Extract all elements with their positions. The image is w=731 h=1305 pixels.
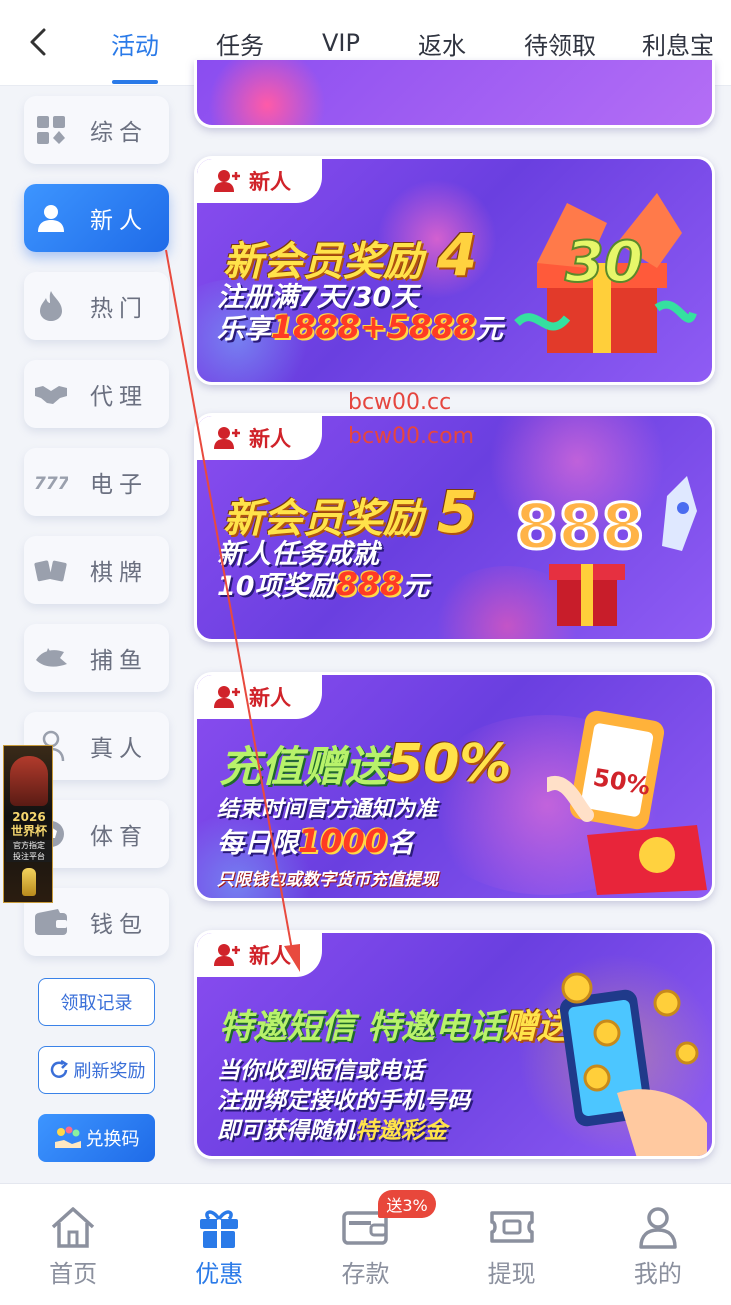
sidebar-item-label: 钱包 [90, 912, 148, 938]
nav-withdraw[interactable]: 提现 [439, 1184, 585, 1305]
wallet-icon [34, 905, 68, 939]
sidebar-item-label: 热门 [90, 296, 148, 322]
withdraw-ticket-icon [487, 1204, 537, 1250]
svg-text:30: 30 [565, 230, 643, 295]
phone-coins-art [547, 963, 712, 1156]
nav-home[interactable]: 首页 [0, 1184, 146, 1305]
home-icon [48, 1204, 98, 1250]
sidebar-item-label: 真人 [90, 736, 148, 762]
banner-line-3: 只限钱包或数字货币充值提现 [217, 870, 438, 890]
nav-label: 提现 [487, 1260, 536, 1288]
sidebar-item-label: 综合 [90, 120, 148, 146]
chevron-left-icon [30, 28, 46, 56]
nav-deposit[interactable]: 存款 送3% [292, 1184, 438, 1305]
nav-label: 存款 [341, 1260, 390, 1288]
sidebar-item-slots[interactable]: 777 电子 [24, 448, 169, 516]
player-figure [10, 756, 48, 806]
flame-icon [34, 289, 68, 323]
add-user-icon [214, 170, 240, 192]
sidebar-item-general[interactable]: 综合 [24, 96, 169, 164]
add-user-icon [214, 944, 240, 966]
sidebar-item-agent[interactable]: 代理 [24, 360, 169, 428]
svg-text:888: 888 [515, 490, 644, 563]
banner-line-1: 结束时间官方通知为准 [217, 797, 438, 822]
sidebar-item-label: 棋牌 [90, 560, 148, 586]
ad-year: 2026 世界杯 [10, 810, 47, 838]
grid-icon [34, 113, 68, 147]
sidebar-item-fishing[interactable]: 捕鱼 [24, 624, 169, 692]
refresh-rewards-label: 刷新奖励 [73, 1061, 146, 1082]
banner-new-member-4[interactable]: 新人 新会员奖励 4 注册满7天/30天 乐享1888+5888元 30 [194, 156, 715, 385]
trophy-icon [22, 868, 36, 896]
add-user-icon [214, 427, 240, 449]
ad-subtitle: 官方指定 投注平台 [6, 840, 52, 862]
world-cup-float-ad[interactable]: 2026 世界杯 官方指定 投注平台 [3, 745, 53, 903]
refresh-icon [48, 1059, 70, 1081]
sidebar-item-hot[interactable]: 热门 [24, 272, 169, 340]
gift-hand-icon [54, 1126, 82, 1150]
money-box-art: 888 [497, 456, 712, 636]
refresh-rewards-button[interactable]: 刷新奖励 [38, 1046, 155, 1094]
gift-icon [194, 1204, 244, 1250]
nav-profile[interactable]: 我的 [585, 1184, 731, 1305]
category-sidebar: 综合 新人 热门 代理 777 电子 棋牌 捕鱼 真人 体育 钱包 领取记录 刷… [0, 86, 192, 1183]
redeem-code-label: 兑换码 [85, 1129, 140, 1150]
slot-777-icon: 777 [34, 465, 68, 499]
back-button[interactable] [18, 22, 58, 62]
shark-icon [34, 641, 68, 675]
banner-title: 特邀短信 特邀电话赠送 [219, 1007, 571, 1047]
sidebar-item-label: 新人 [90, 208, 148, 234]
claim-records-label: 领取记录 [60, 993, 133, 1014]
sidebar-item-label: 体育 [90, 824, 148, 850]
newcomer-tag: 新人 [197, 675, 322, 719]
deposit-bonus-badge: 送3% [378, 1190, 436, 1218]
cards-icon [34, 553, 68, 587]
sidebar-item-newcomer[interactable]: 新人 [24, 184, 169, 252]
sidebar-item-label: 捕鱼 [90, 648, 148, 674]
nav-label: 我的 [633, 1260, 682, 1288]
banner-line-2: 注册绑定接收的手机号码 [217, 1088, 470, 1114]
sidebar-item-label: 代理 [90, 384, 148, 410]
banner-line-2: 10项奖励888元 [217, 565, 430, 603]
watermark-domain-1: bcw00.cc [348, 390, 452, 415]
sidebar-item-label: 电子 [90, 472, 148, 498]
banner-line-2: 乐享1888+5888元 [217, 308, 503, 346]
svg-text:777: 777 [34, 474, 68, 493]
profile-icon [633, 1204, 683, 1250]
nav-label: 优惠 [195, 1260, 244, 1288]
newcomer-tag: 新人 [197, 933, 322, 977]
nav-label: 首页 [49, 1260, 98, 1288]
banner-line-1: 当你收到短信或电话 [217, 1058, 424, 1084]
sidebar-item-cards[interactable]: 棋牌 [24, 536, 169, 604]
bottom-navigation: 首页 优惠 存款 送3% 提现 我的 [0, 1183, 731, 1305]
claim-records-button[interactable]: 领取记录 [38, 978, 155, 1026]
banner-line-3: 即可获得随机特邀彩金 [217, 1118, 447, 1144]
banner-partial[interactable] [194, 60, 715, 128]
newcomer-tag: 新人 [197, 159, 322, 203]
redeem-code-button[interactable]: 兑换码 [38, 1114, 155, 1162]
handshake-icon [34, 377, 68, 411]
phone-envelope-art: 50% [540, 705, 712, 895]
banner-title: 充值赠送50% [219, 734, 512, 794]
user-icon [34, 201, 68, 235]
banner-invite-sms-call[interactable]: 新人 特邀短信 特邀电话赠送 当你收到短信或电话 注册绑定接收的手机号码 即可获… [194, 930, 715, 1159]
banner-line-2: 每日限1000名 [217, 822, 415, 860]
add-user-icon [214, 686, 240, 708]
newcomer-tag: 新人 [197, 416, 322, 460]
tab-activity[interactable]: 活动 [84, 0, 186, 86]
gift-box-art: 30 [507, 193, 697, 363]
banner-deposit-bonus[interactable]: 新人 充值赠送50% 结束时间官方通知为准 每日限1000名 只限钱包或数字货币… [194, 672, 715, 901]
watermark-domain-2: bcw00.com [348, 424, 475, 449]
nav-promotions[interactable]: 优惠 [146, 1184, 292, 1305]
